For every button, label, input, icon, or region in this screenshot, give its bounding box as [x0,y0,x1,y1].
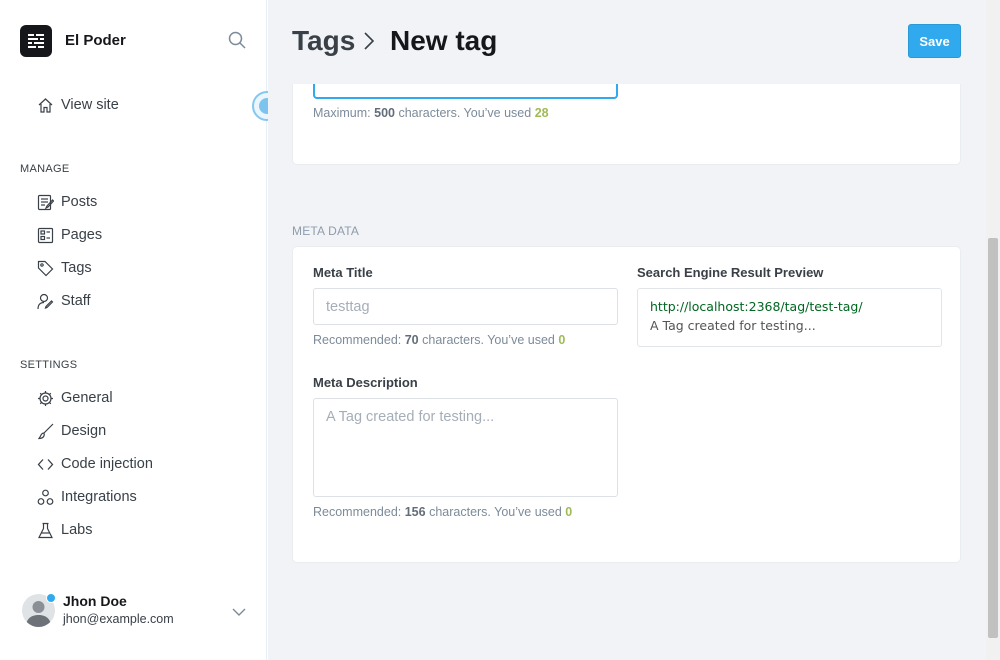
search-icon[interactable] [228,31,248,51]
tag-icon [36,259,54,277]
brand[interactable]: El Poder [20,24,126,57]
flask-icon [36,521,54,539]
brand-logo-icon [20,24,52,57]
integrations-icon [36,488,54,506]
nav-label: Labs [61,522,93,538]
chevron-right-icon [362,30,376,57]
main-content: Maximum: 500 characters. You’ve used 28 … [268,0,986,660]
nav-label: General [61,390,113,406]
description-hint: Maximum: 500 characters. You’ve used 28 [313,106,549,120]
meta-description-textarea[interactable]: A Tag created for testing... [313,398,618,497]
scrollbar-thumb[interactable] [988,238,998,638]
nav-label: Staff [61,293,91,309]
nav-view-site[interactable]: View site [36,94,119,116]
nav-label: Integrations [61,489,137,505]
serp-description: A Tag created for testing... [650,318,816,333]
nav-label: View site [61,97,119,113]
sidebar: El Poder View site MANAGE Posts Pages Ta… [0,0,282,660]
nav-label: Pages [61,227,103,243]
nav-label: Design [61,423,107,439]
nav-label: Tags [61,260,92,276]
save-button[interactable]: Save [908,24,961,58]
meta-title-input[interactable]: testtag [313,288,618,325]
settings-header: SETTINGS [20,359,78,371]
chevron-down-icon[interactable] [232,604,246,622]
sidebar-item-labs[interactable]: Labs [36,519,92,541]
meta-data-header: META DATA [292,224,360,238]
serp-preview: http://localhost:2368/tag/test-tag/ A Ta… [637,288,942,347]
status-dot [46,593,56,603]
sidebar-item-design[interactable]: Design [36,420,106,442]
breadcrumb-tags[interactable]: Tags [292,25,355,57]
sidebar-item-tags[interactable]: Tags [36,257,92,279]
serp-url: http://localhost:2368/tag/test-tag/ [650,299,863,314]
page-title: New tag [390,25,498,56]
user-name: Jhon Doe [63,593,127,609]
user-menu[interactable]: Jhon Doe jhon@example.com [20,592,250,630]
meta-description-label: Meta Description [313,375,418,390]
home-icon [36,96,54,114]
meta-title-label: Meta Title [313,265,373,280]
sidebar-item-staff[interactable]: Staff [36,290,91,312]
sidebar-item-pages[interactable]: Pages [36,224,102,246]
serp-preview-label: Search Engine Result Preview [637,265,824,280]
staff-icon [36,292,54,310]
meta-title-hint: Recommended: 70 characters. You’ve used … [313,333,566,347]
meta-data-card: Meta Title testtag Recommended: 70 chara… [292,246,961,563]
sidebar-item-integrations[interactable]: Integrations [36,486,137,508]
sidebar-item-general[interactable]: General [36,387,113,409]
meta-description-hint: Recommended: 156 characters. You’ve used… [313,505,573,519]
pages-icon [36,226,54,244]
nav-label: Code injection [61,456,153,472]
manage-header: MANAGE [20,163,70,175]
gear-icon [36,389,54,407]
nav-label: Posts [61,194,98,210]
brush-icon [36,422,54,440]
page-header: Tags New tag Save [268,0,986,84]
user-email: jhon@example.com [63,612,174,626]
code-icon [36,455,54,473]
sidebar-item-code-injection[interactable]: Code injection [36,453,153,475]
brand-name: El Poder [65,32,126,49]
sidebar-item-posts[interactable]: Posts [36,191,97,213]
posts-icon [36,193,54,211]
